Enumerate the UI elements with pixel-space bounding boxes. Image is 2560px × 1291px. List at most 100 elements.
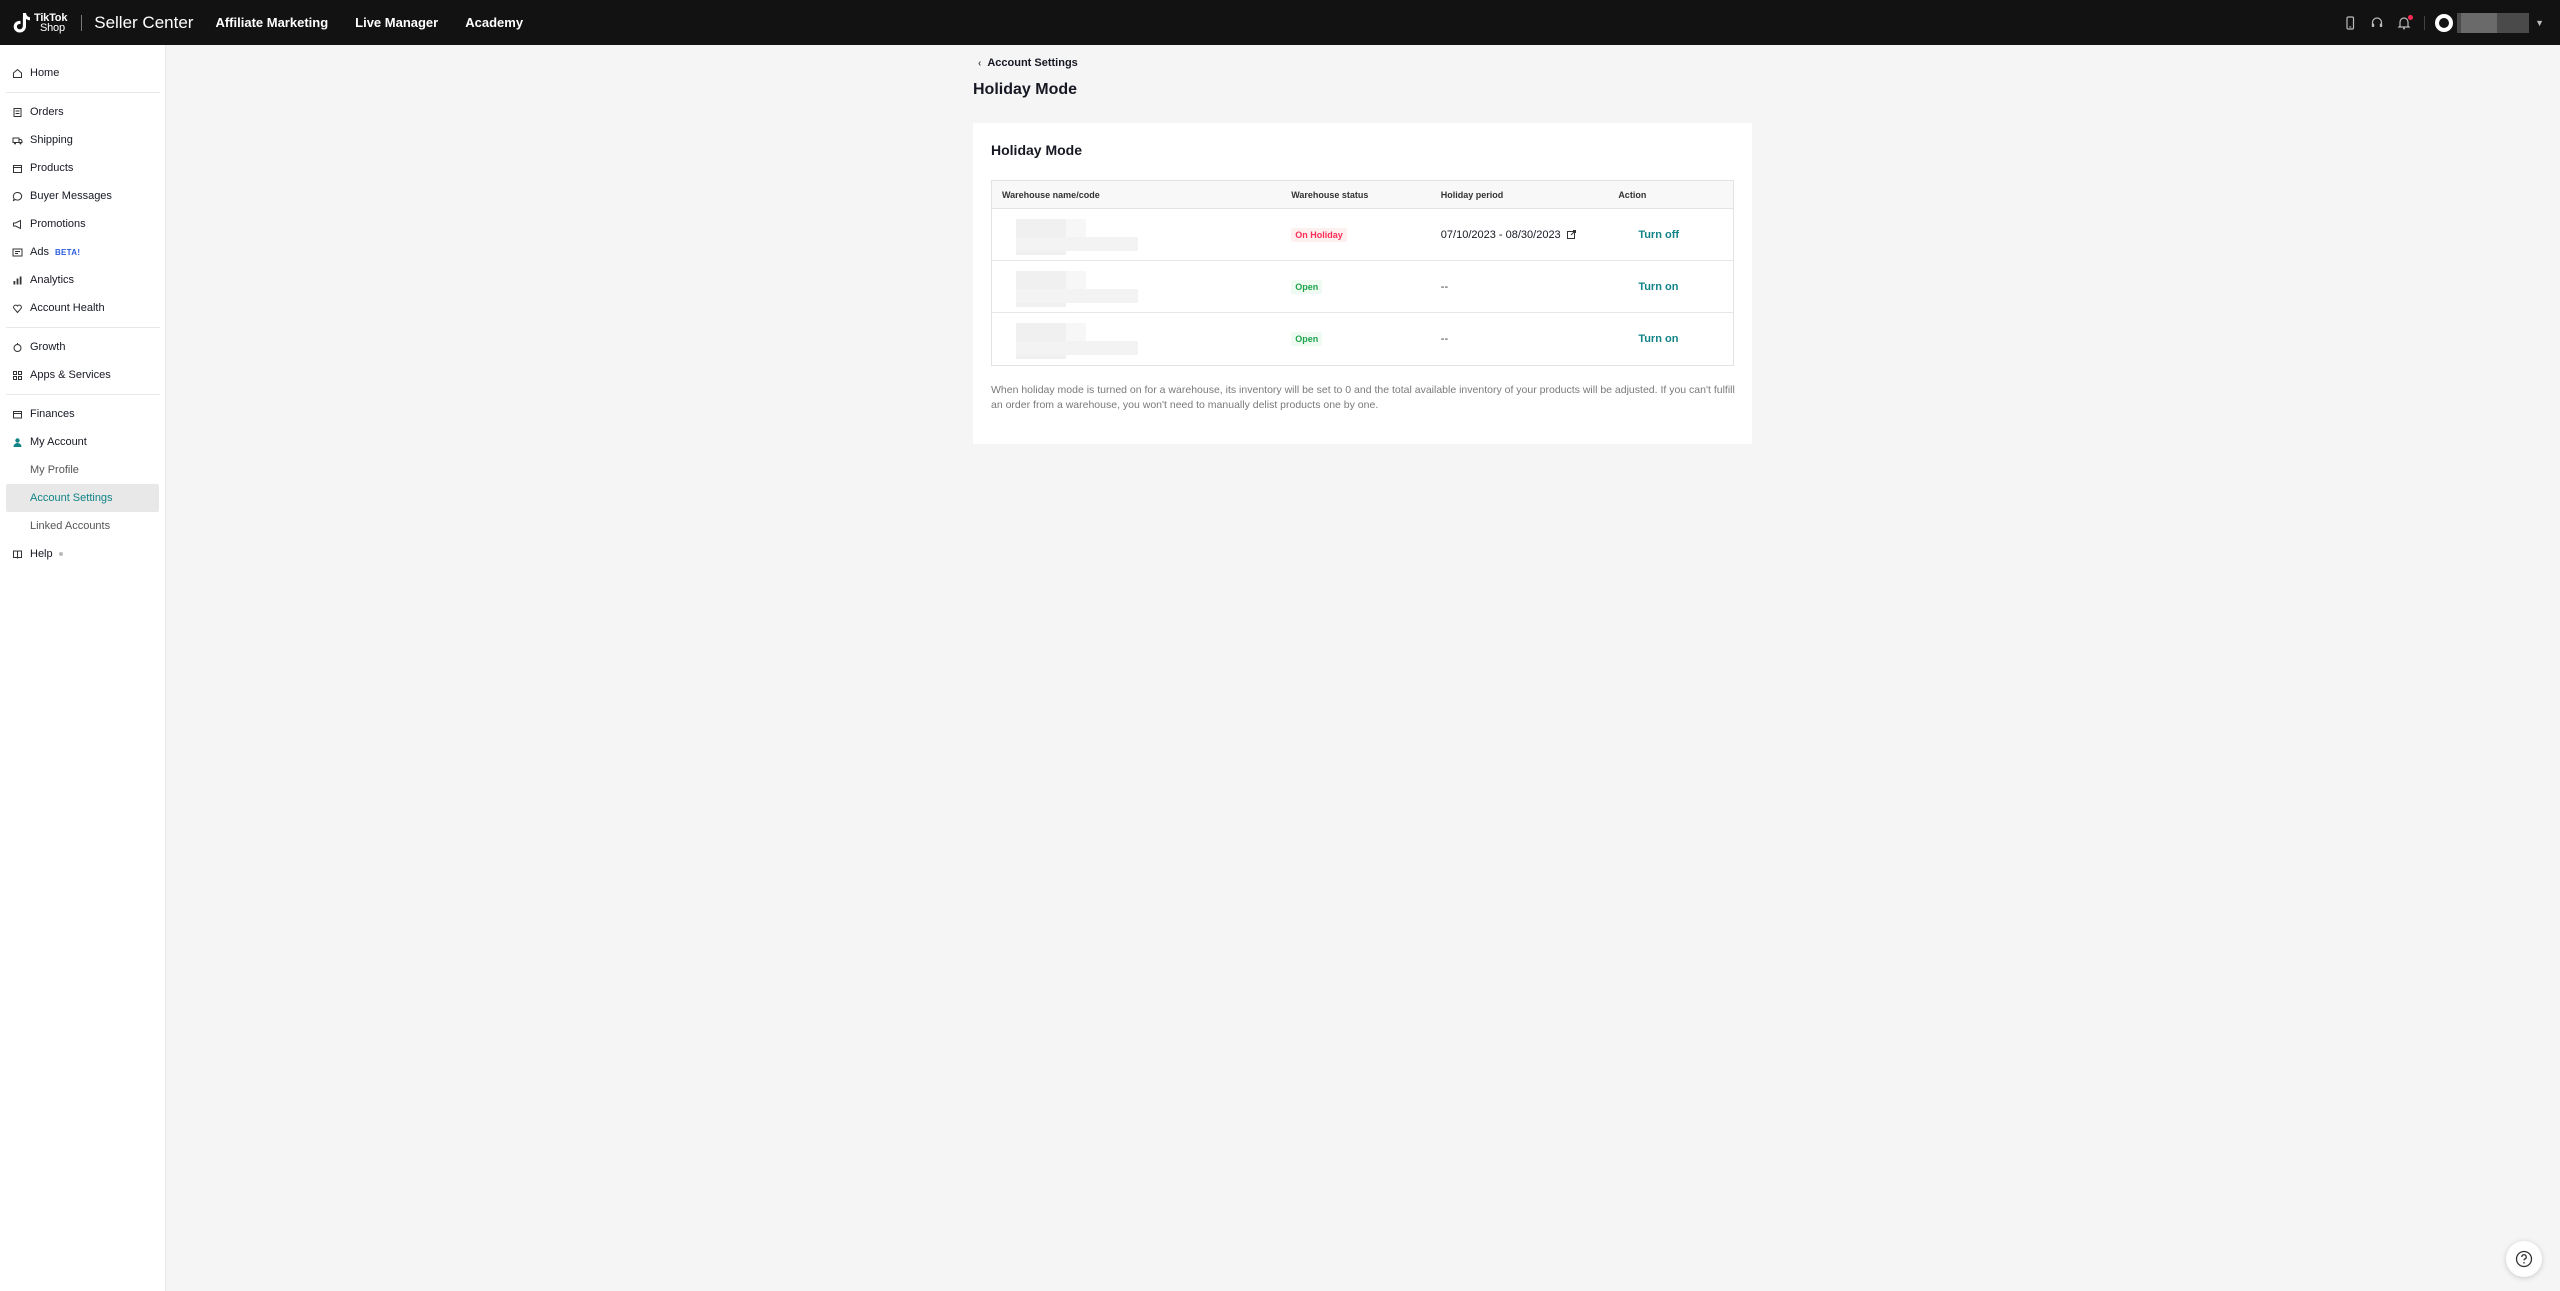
sidebar-item-promotions[interactable]: Promotions <box>0 210 165 238</box>
turn-off-button[interactable]: Turn off <box>1638 229 1679 241</box>
message-icon <box>12 191 23 202</box>
column-header: Warehouse status <box>1291 189 1369 200</box>
sidebar-item-apps-services[interactable]: Apps & Services <box>0 361 165 389</box>
sidebar-item-orders[interactable]: Orders <box>0 98 165 126</box>
holiday-mode-note: When holiday mode is turned on for a war… <box>991 384 1735 411</box>
sidebar-item-label: Promotions <box>30 218 86 230</box>
turn-on-button[interactable]: Turn on <box>1638 281 1678 293</box>
box-icon <box>12 163 23 174</box>
table-row: Open -- Turn on <box>992 313 1733 365</box>
action-cell: Turn on <box>1618 333 1733 345</box>
sidebar-item-finances[interactable]: Finances <box>0 400 165 428</box>
chevron-down-icon[interactable]: ▼ <box>2535 18 2544 28</box>
sidebar-divider <box>6 92 160 93</box>
sidebar-item-label: Finances <box>30 408 75 420</box>
sidebar-item-my-account[interactable]: My Account <box>0 428 165 456</box>
warehouse-name-cell <box>992 215 1291 255</box>
nav-academy[interactable]: Academy <box>465 15 523 30</box>
sidebar-item-label: Ads <box>30 246 49 258</box>
table-row: Open -- Turn on <box>992 261 1733 313</box>
action-cell: Turn off <box>1618 229 1733 241</box>
sidebar-item-label: Products <box>30 162 74 174</box>
sidebar-item-shipping[interactable]: Shipping <box>0 126 165 154</box>
status-badge: Open <box>1291 279 1323 294</box>
sidebar-item-home[interactable]: Home <box>0 59 165 87</box>
mobile-icon[interactable] <box>2342 15 2358 31</box>
holiday-period: -- <box>1440 280 1449 293</box>
status-cell: Open <box>1291 332 1441 346</box>
brand-line2: Shop <box>40 21 65 34</box>
column-header: Holiday period <box>1440 189 1504 200</box>
nav-affiliate-marketing[interactable]: Affiliate Marketing <box>215 15 328 30</box>
status-badge: Open <box>1291 332 1323 346</box>
sidebar-item-label: Shipping <box>30 134 73 146</box>
edit-calendar-icon[interactable] <box>1566 230 1576 239</box>
truck-icon <box>12 135 23 146</box>
chart-icon <box>12 275 23 286</box>
sidebar-item-account-health[interactable]: Account Health <box>0 294 165 322</box>
help-book-icon <box>12 549 23 560</box>
sidebar-item-account-settings[interactable]: Account Settings <box>6 484 159 512</box>
sidebar-divider <box>6 327 160 328</box>
breadcrumb[interactable]: ‹ Account Settings <box>978 57 1078 69</box>
sidebar-item-buyer-messages[interactable]: Buyer Messages <box>0 182 165 210</box>
sidebar-divider <box>6 394 160 395</box>
chevron-left-icon: ‹ <box>978 57 982 69</box>
table-header: Warehouse name/code Warehouse status Hol… <box>992 181 1733 209</box>
sidebar-item-label: Apps & Services <box>30 369 111 381</box>
holiday-period: 07/10/2023 - 08/30/2023 <box>1440 228 1561 241</box>
warehouse-table: Warehouse name/code Warehouse status Hol… <box>991 180 1734 366</box>
account-name-redacted[interactable] <box>2457 12 2530 33</box>
sidebar-item-products[interactable]: Products <box>0 154 165 182</box>
help-indicator-dot <box>58 552 63 556</box>
holiday-period: -- <box>1440 333 1449 345</box>
notification-dot <box>2408 14 2414 20</box>
sidebar-item-linked-accounts[interactable]: Linked Accounts <box>0 512 165 540</box>
megaphone-icon <box>12 219 23 230</box>
redacted-warehouse-name <box>1002 267 1142 307</box>
column-header: Warehouse name/code <box>1002 189 1100 200</box>
brand-logo[interactable]: TikTok Shop Seller Center <box>12 11 193 35</box>
brand-line1: TikTok <box>34 11 68 24</box>
action-cell: Turn on <box>1618 281 1733 293</box>
period-cell: -- <box>1441 281 1619 293</box>
health-icon <box>12 303 23 314</box>
sidebar-item-help[interactable]: Help <box>0 540 165 568</box>
warehouse-name-cell <box>992 267 1291 307</box>
status-badge: On Holiday <box>1291 227 1347 242</box>
bell-icon[interactable] <box>2396 14 2414 31</box>
column-header: Action <box>1618 189 1647 200</box>
sidebar-item-analytics[interactable]: Analytics <box>0 266 165 294</box>
sidebar-item-label: Help <box>30 548 53 560</box>
headset-icon[interactable] <box>2369 15 2385 31</box>
card-title: Holiday Mode <box>991 142 1083 158</box>
sidebar-item-label: Analytics <box>30 274 75 286</box>
sidebar-item-label: Growth <box>30 341 66 353</box>
period-cell: -- <box>1441 333 1619 345</box>
question-icon <box>2515 1250 2533 1268</box>
status-cell: Open <box>1291 279 1441 294</box>
status-cell: On Holiday <box>1291 227 1441 242</box>
nav-live-manager[interactable]: Live Manager <box>355 15 438 30</box>
apps-icon <box>12 370 23 381</box>
user-icon <box>12 437 23 448</box>
turn-on-button[interactable]: Turn on <box>1638 333 1678 345</box>
wallet-icon <box>12 409 23 420</box>
sidebar-item-growth[interactable]: Growth <box>0 333 165 361</box>
redacted-warehouse-name <box>1002 215 1142 255</box>
sidebar: Home Orders Shipping Products Buyer Mess… <box>0 45 166 1291</box>
table-row: On Holiday 07/10/2023 - 08/30/2023 Turn … <box>992 209 1733 261</box>
sidebar-item-label: Home <box>30 67 60 79</box>
top-nav: Affiliate Marketing Live Manager Academy <box>215 15 550 30</box>
floating-help-button[interactable] <box>2506 1241 2542 1277</box>
sidebar-item-ads[interactable]: Ads BETA! <box>0 238 165 266</box>
redacted-warehouse-name <box>1002 319 1142 359</box>
sidebar-item-my-profile[interactable]: My Profile <box>0 456 165 484</box>
sidebar-item-label: Buyer Messages <box>30 190 112 202</box>
orders-icon <box>12 107 23 118</box>
tiktok-logo-icon <box>13 12 30 32</box>
warehouse-name-cell <box>992 319 1291 359</box>
app-name: Seller Center <box>94 12 194 32</box>
avatar[interactable] <box>2435 13 2454 32</box>
period-cell: 07/10/2023 - 08/30/2023 <box>1441 229 1619 241</box>
